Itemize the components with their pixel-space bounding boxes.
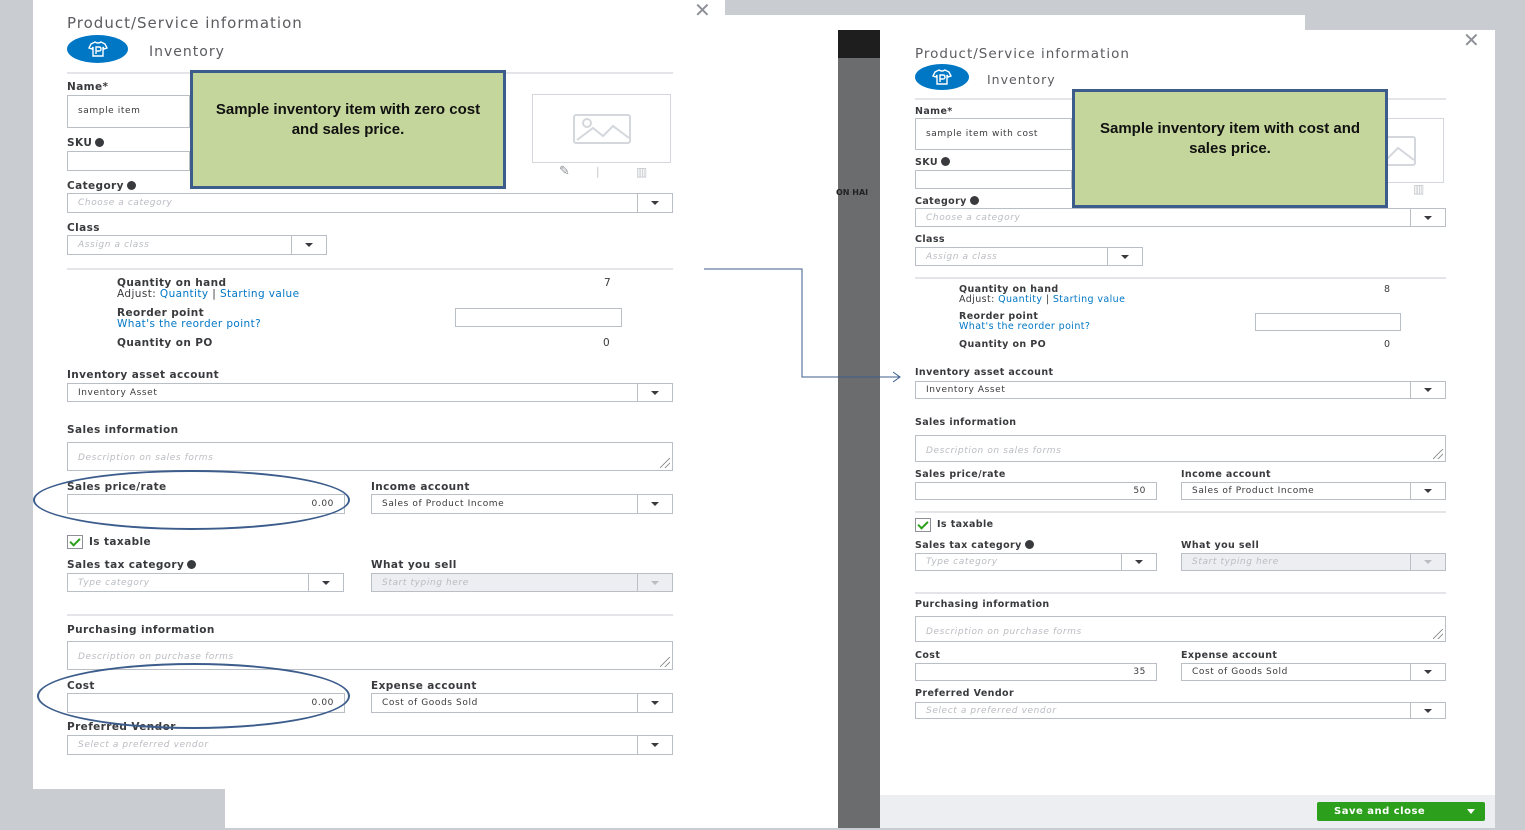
connector-arrow <box>704 268 901 383</box>
